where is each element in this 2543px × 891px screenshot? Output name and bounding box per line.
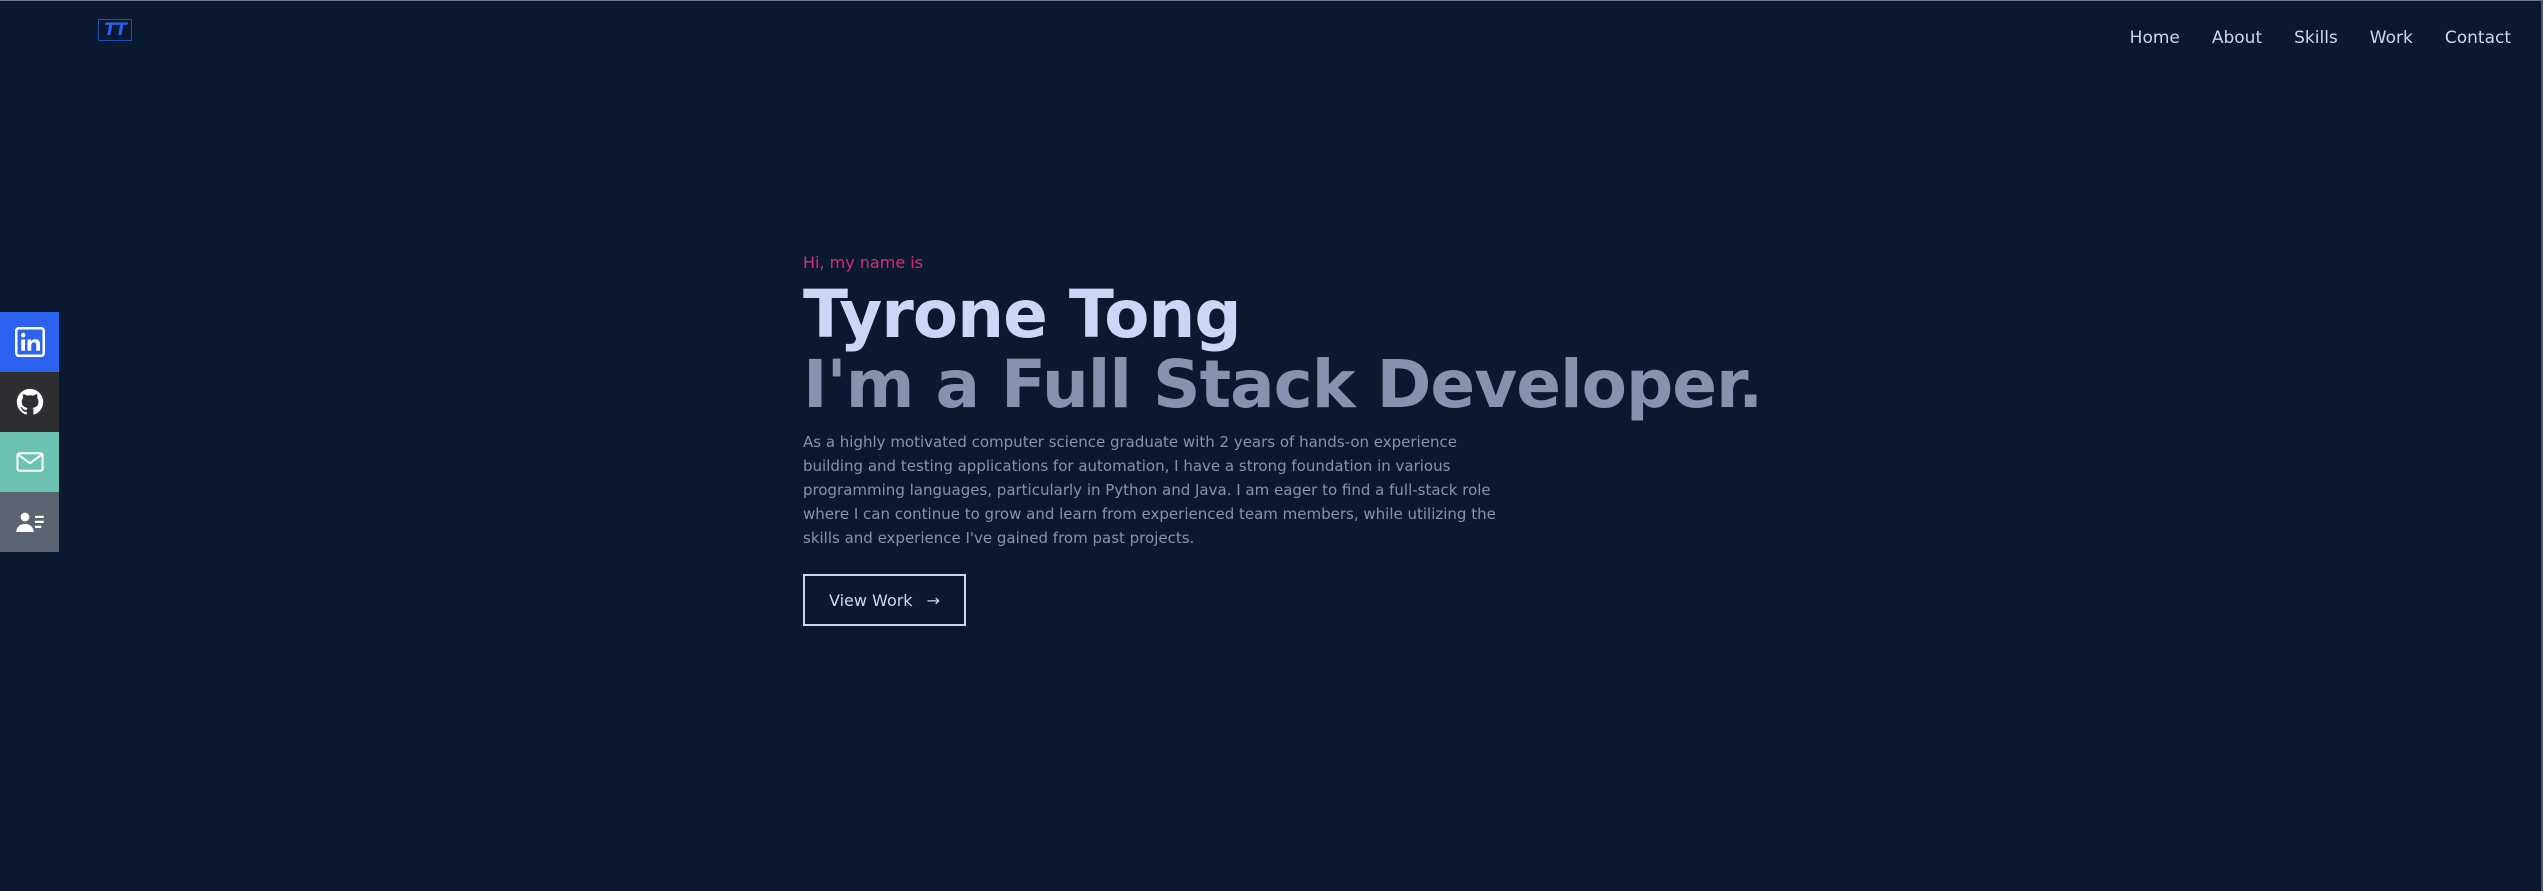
- linkedin-icon: [14, 327, 45, 357]
- email-link[interactable]: [0, 432, 59, 492]
- hero-description: As a highly motivated computer science g…: [803, 433, 1496, 547]
- hero-section: Hi, my name is Tyrone Tong I'm a Full St…: [803, 252, 1803, 626]
- top-border: [0, 0, 2543, 1]
- view-work-button[interactable]: View Work →: [803, 574, 966, 626]
- hero-role: I'm a Full Stack Developer.: [803, 346, 1763, 423]
- logo-text: TT: [104, 20, 127, 40]
- nav-about[interactable]: About: [2212, 28, 2262, 48]
- social-sidebar: [0, 312, 59, 552]
- linkedin-link[interactable]: [0, 312, 59, 372]
- nav-work[interactable]: Work: [2370, 28, 2413, 48]
- view-work-label: View Work: [829, 590, 913, 610]
- nav-skills[interactable]: Skills: [2294, 28, 2338, 48]
- nav-contact[interactable]: Contact: [2445, 28, 2511, 48]
- arrow-right-icon: →: [926, 590, 940, 610]
- main-nav: Home About Skills Work Contact: [2130, 28, 2511, 48]
- logo[interactable]: TT: [98, 19, 132, 41]
- resume-icon: [15, 512, 44, 532]
- github-icon: [16, 388, 43, 415]
- nav-home[interactable]: Home: [2130, 28, 2180, 48]
- mail-icon: [16, 452, 43, 472]
- resume-link[interactable]: [0, 492, 59, 552]
- github-link[interactable]: [0, 372, 59, 432]
- greeting: Hi, my name is: [803, 253, 924, 272]
- hero-name: Tyrone Tong: [803, 276, 1242, 353]
